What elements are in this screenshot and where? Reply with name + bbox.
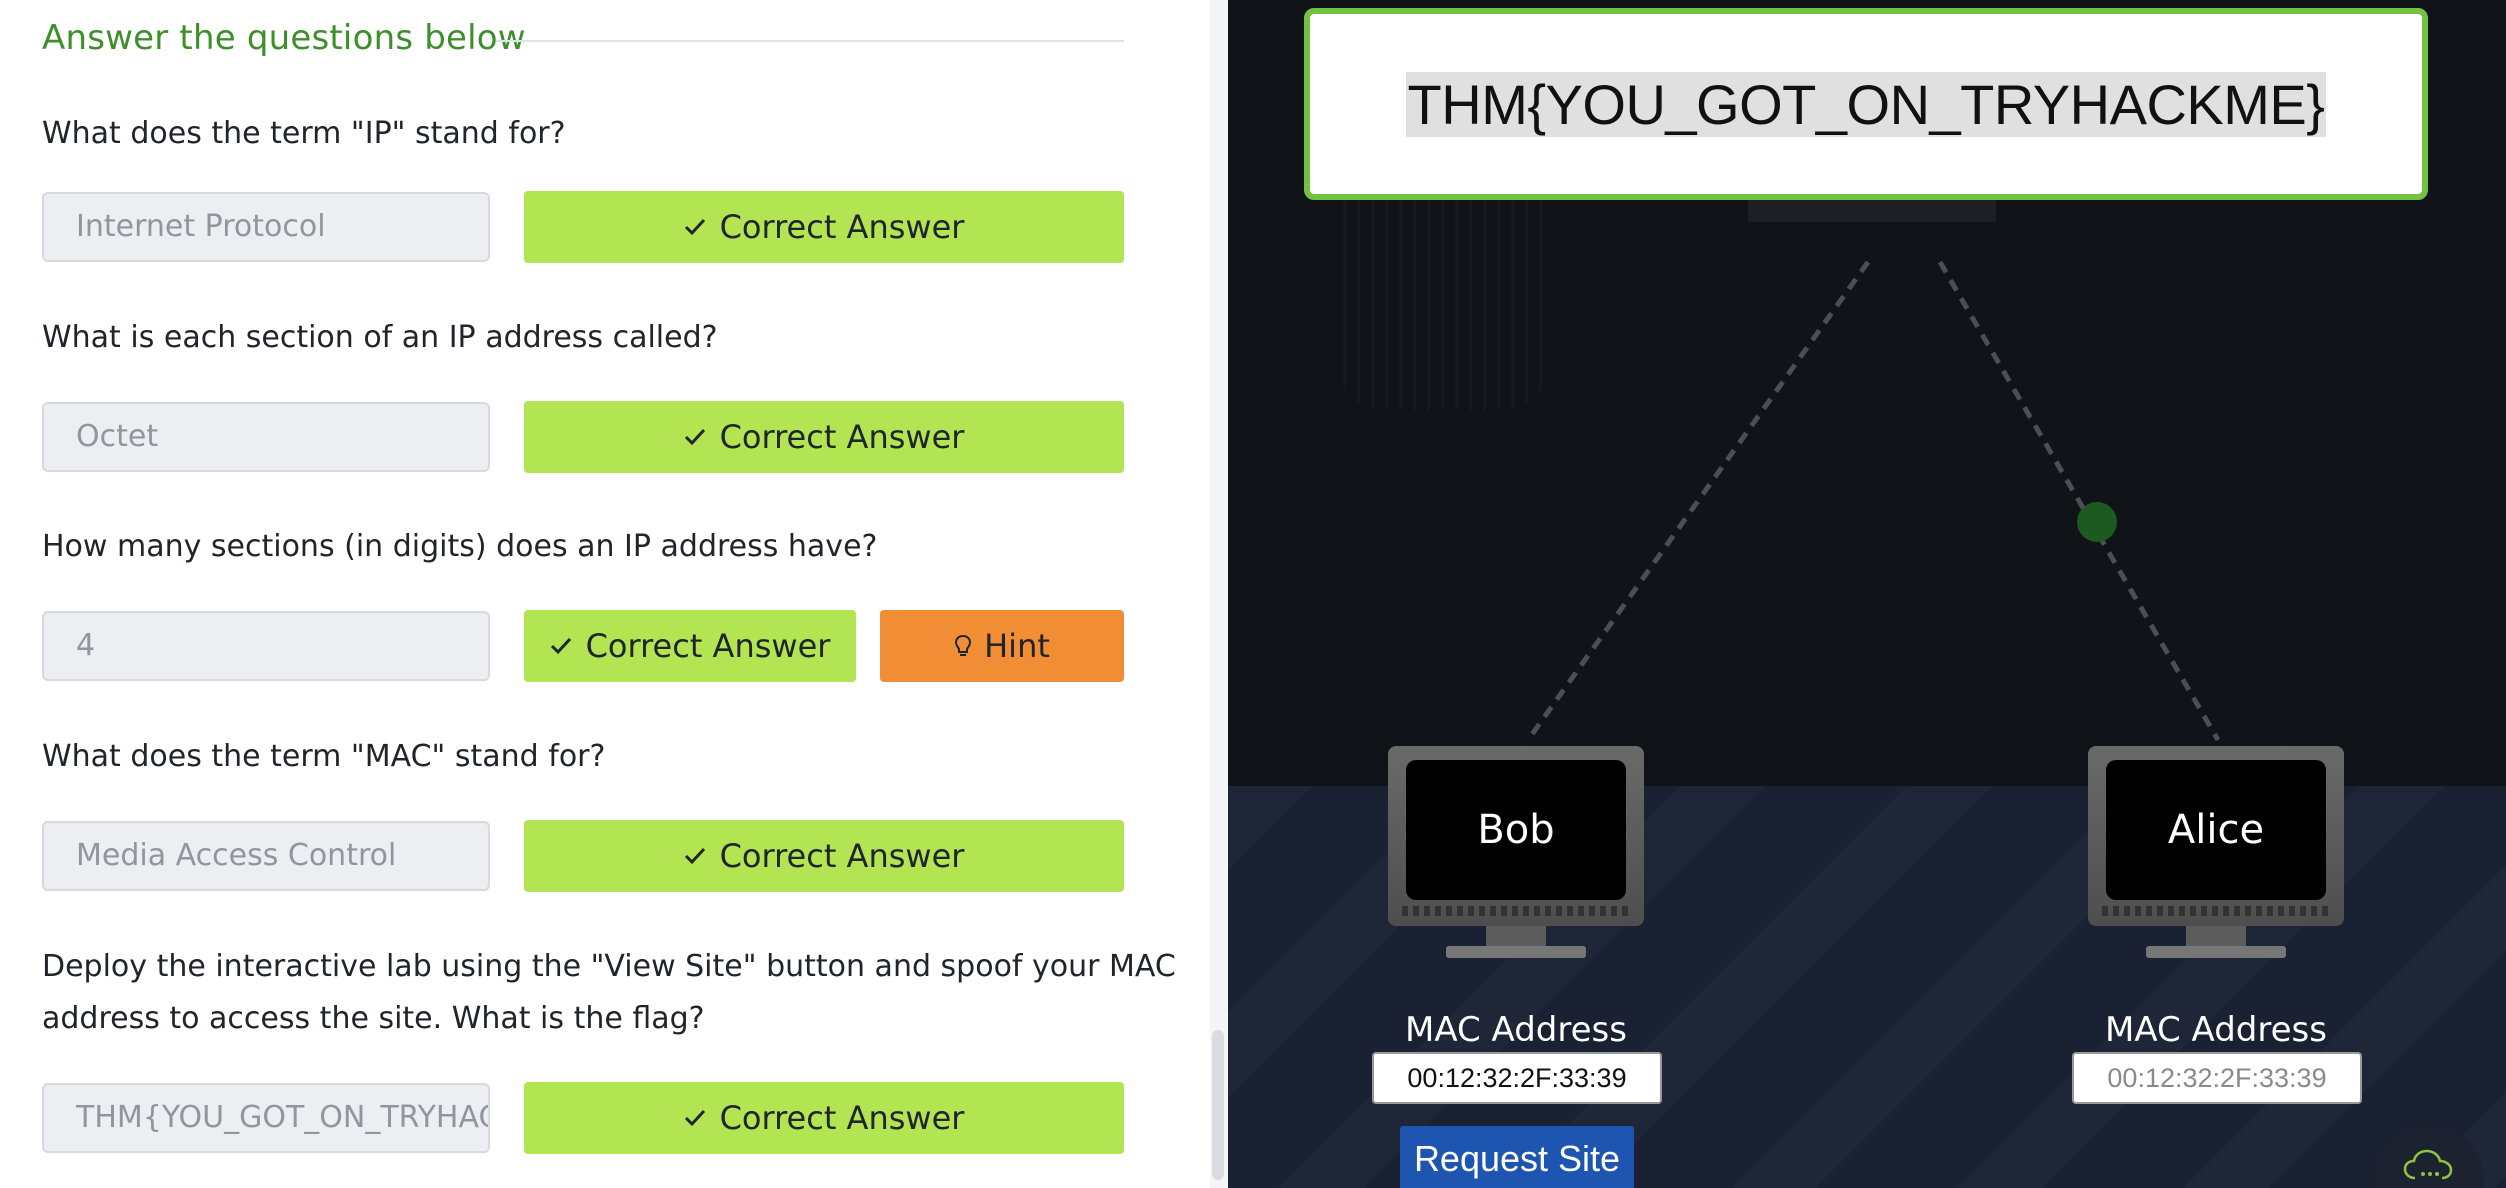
interactive-lab: THM{YOU_GOT_ON_TRYHACKME} Bob MAC Addres… [1228,0,2506,1188]
packet-dot [2077,502,2117,542]
answer-5-correct-button[interactable]: Correct Answer [524,1082,1124,1154]
chat-cloud-icon [2403,1148,2455,1188]
hint-label: Hint [984,627,1050,665]
answer-4-correct-button[interactable]: Correct Answer [524,820,1124,892]
alice-computer: Alice [2088,746,2344,966]
answer-3-correct-button[interactable]: Correct Answer [524,610,856,682]
check-icon [684,847,706,865]
question-2-text: What is each section of an IP address ca… [42,320,718,355]
question-5-text-line2: address to access the site. What is the … [42,1001,705,1036]
correct-answer-label: Correct Answer [719,208,965,246]
check-icon [684,428,706,446]
hint-button[interactable]: Hint [880,610,1124,682]
flag-display: THM{YOU_GOT_ON_TRYHACKME} [1304,8,2428,200]
check-icon [550,637,572,655]
question-4-text: What does the term "MAC" stand for? [42,739,606,774]
bob-mac-input[interactable]: 00:12:32:2F:33:39 [1372,1052,1662,1104]
answer-2-correct-button[interactable]: Correct Answer [524,401,1124,473]
correct-answer-label: Correct Answer [719,837,965,875]
scrollbar-track[interactable] [1210,0,1228,1188]
correct-answer-label: Correct Answer [719,1099,965,1137]
flag-text: THM{YOU_GOT_ON_TRYHACKME} [1405,71,2327,137]
question-1-text: What does the term "IP" stand for? [42,116,566,151]
correct-answer-label: Correct Answer [719,418,965,456]
question-5-text-line1: Deploy the interactive lab using the "Vi… [42,949,1176,984]
section-divider [496,40,1124,42]
alice-name: Alice [2167,807,2265,853]
bob-name: Bob [1477,807,1555,853]
check-icon [684,218,706,236]
questions-panel: Answer the questions below What does the… [0,0,1210,1188]
correct-answer-label: Correct Answer [585,627,831,665]
alice-mac-label: MAC Address [2105,1010,2327,1050]
bob-mac-label: MAC Address [1405,1010,1627,1050]
answer-1-input[interactable]: Internet Protocol [42,192,490,262]
check-icon [684,1109,706,1127]
answer-5-input[interactable]: THM{YOU_GOT_ON_TRYHACK [42,1083,490,1153]
answer-4-input[interactable]: Media Access Control [42,821,490,891]
alice-mac-input: 00:12:32:2F:33:39 [2072,1052,2362,1104]
section-title: Answer the questions below [42,18,526,58]
bob-computer: Bob [1388,746,1644,966]
question-3-text: How many sections (in digits) does an IP… [42,529,878,564]
scrollbar-thumb[interactable] [1212,1030,1224,1180]
answer-2-input[interactable]: Octet [42,402,490,472]
answer-1-correct-button[interactable]: Correct Answer [524,191,1124,263]
bob-screen: Bob [1406,760,1626,900]
answer-3-input[interactable]: 4 [42,611,490,681]
lightbulb-icon [954,634,972,658]
alice-screen: Alice [2106,760,2326,900]
request-site-button[interactable]: Request Site [1400,1126,1634,1188]
